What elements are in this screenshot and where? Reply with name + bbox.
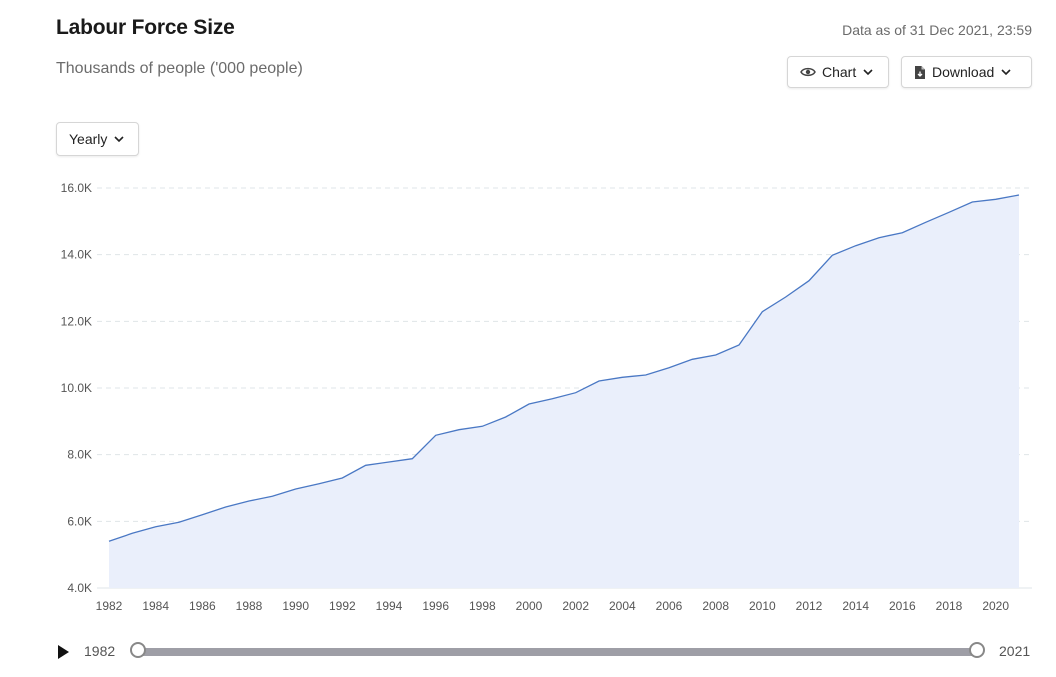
frequency-dropdown[interactable]: Yearly	[56, 122, 139, 156]
data-point[interactable]	[643, 372, 649, 378]
data-point[interactable]	[316, 481, 322, 487]
data-point[interactable]	[293, 486, 299, 492]
data-point[interactable]	[106, 538, 112, 544]
data-point[interactable]	[596, 378, 602, 384]
data-point[interactable]	[666, 365, 672, 371]
y-tick-label: 12.0K	[61, 314, 92, 328]
y-tick-label: 6.0K	[67, 514, 92, 528]
chevron-down-icon	[114, 136, 124, 143]
data-point[interactable]	[573, 390, 579, 396]
chevron-down-icon	[1001, 69, 1011, 76]
data-point[interactable]	[759, 309, 765, 315]
x-tick-label: 2002	[562, 599, 589, 613]
data-point[interactable]	[409, 456, 415, 462]
x-tick-label: 2000	[516, 599, 543, 613]
x-tick-label: 2008	[702, 599, 729, 613]
x-tick-label: 2004	[609, 599, 636, 613]
x-tick-label: 1992	[329, 599, 356, 613]
page-title: Labour Force Size	[56, 16, 235, 39]
x-tick-label: 1982	[96, 599, 123, 613]
y-tick-label: 8.0K	[67, 448, 92, 462]
x-tick-label: 2006	[656, 599, 683, 613]
data-point[interactable]	[783, 294, 789, 300]
x-tick-label: 1988	[236, 599, 263, 613]
download-label: Download	[932, 64, 995, 80]
data-point[interactable]	[479, 423, 485, 429]
data-point[interactable]	[456, 427, 462, 433]
data-point[interactable]	[853, 243, 859, 249]
data-point[interactable]	[223, 504, 229, 510]
data-point[interactable]	[129, 530, 135, 536]
data-point[interactable]	[946, 209, 952, 215]
x-tick-label: 1994	[376, 599, 403, 613]
x-tick-label: 2010	[749, 599, 776, 613]
data-point[interactable]	[899, 230, 905, 236]
data-timestamp: Data as of 31 Dec 2021, 23:59	[842, 22, 1032, 38]
data-point[interactable]	[619, 374, 625, 380]
chevron-down-icon	[863, 69, 873, 76]
x-tick-label: 1996	[422, 599, 449, 613]
data-point[interactable]	[433, 432, 439, 438]
x-tick-label: 2016	[889, 599, 916, 613]
data-point[interactable]	[153, 524, 159, 530]
y-tick-label: 4.0K	[67, 581, 92, 595]
data-point[interactable]	[339, 475, 345, 481]
data-point[interactable]	[736, 342, 742, 348]
page-subtitle: Thousands of people ('000 people)	[56, 60, 303, 77]
data-point[interactable]	[806, 278, 812, 284]
document-download-icon	[915, 65, 925, 79]
x-tick-label: 1986	[189, 599, 216, 613]
slider-end-label: 2021	[999, 643, 1031, 659]
slider-start-handle[interactable]	[130, 642, 146, 658]
x-tick-label: 1984	[142, 599, 169, 613]
y-tick-label: 14.0K	[61, 248, 92, 262]
slider-start-label: 1982	[84, 643, 116, 659]
eye-icon	[800, 67, 816, 77]
data-point[interactable]	[713, 352, 719, 358]
frequency-label: Yearly	[69, 131, 108, 147]
y-tick-label: 10.0K	[61, 381, 92, 395]
x-tick-label: 1998	[469, 599, 496, 613]
data-point[interactable]	[199, 512, 205, 518]
chart-view-label: Chart	[822, 64, 857, 80]
data-point[interactable]	[363, 462, 369, 468]
x-tick-label: 2012	[796, 599, 823, 613]
data-point[interactable]	[969, 199, 975, 205]
x-tick-label: 2018	[936, 599, 963, 613]
y-tick-label: 16.0K	[61, 181, 92, 195]
chart-view-button[interactable]: Chart	[787, 56, 889, 88]
data-point[interactable]	[269, 493, 275, 499]
data-point[interactable]	[1016, 192, 1022, 198]
labour-force-chart: 4.0K 6.0K 8.0K 10.0K 12.0K 14.0K 16.0K 1982 1984…	[61, 181, 1032, 613]
data-point[interactable]	[176, 519, 182, 525]
data-point[interactable]	[503, 414, 509, 420]
data-point[interactable]	[876, 235, 882, 241]
play-icon[interactable]	[58, 645, 69, 659]
data-point[interactable]	[829, 252, 835, 258]
data-point[interactable]	[386, 459, 392, 465]
download-button[interactable]: Download	[901, 56, 1032, 88]
data-point[interactable]	[246, 498, 252, 504]
slider-end-handle[interactable]	[969, 642, 985, 658]
x-tick-label: 2014	[842, 599, 869, 613]
x-tick-label: 2020	[982, 599, 1009, 613]
data-point[interactable]	[689, 356, 695, 362]
data-point[interactable]	[993, 196, 999, 202]
data-point[interactable]	[549, 396, 555, 402]
series-area	[109, 195, 1019, 588]
x-tick-label: 1990	[282, 599, 309, 613]
year-range-slider: 1982 2021	[0, 636, 1056, 668]
data-point[interactable]	[526, 401, 532, 407]
slider-track[interactable]	[138, 648, 978, 656]
data-point[interactable]	[923, 219, 929, 225]
